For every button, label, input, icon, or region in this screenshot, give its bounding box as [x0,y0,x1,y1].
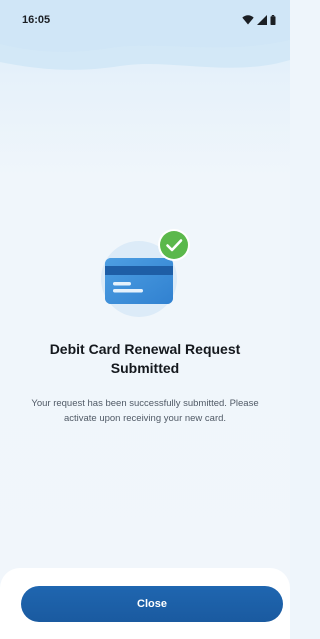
cellular-signal-icon [257,15,267,25]
check-icon [158,229,190,261]
close-button[interactable]: Close [21,586,283,622]
bottom-action-bar: Close [0,568,290,639]
success-message: Your request has been successfully submi… [31,398,259,424]
status-icons [242,15,276,25]
status-bar: 16:05 [0,0,290,40]
success-content: Debit Card Renewal Request Submitted You… [0,226,290,426]
card-success-illustration [95,226,195,318]
screen: 16:05 Debit Card Renewal Request Submitt… [0,0,290,639]
battery-icon [270,15,276,25]
page-title: Debit Card Renewal Request Submitted [49,341,241,376]
status-time: 16:05 [22,14,51,26]
wifi-icon [242,15,254,25]
